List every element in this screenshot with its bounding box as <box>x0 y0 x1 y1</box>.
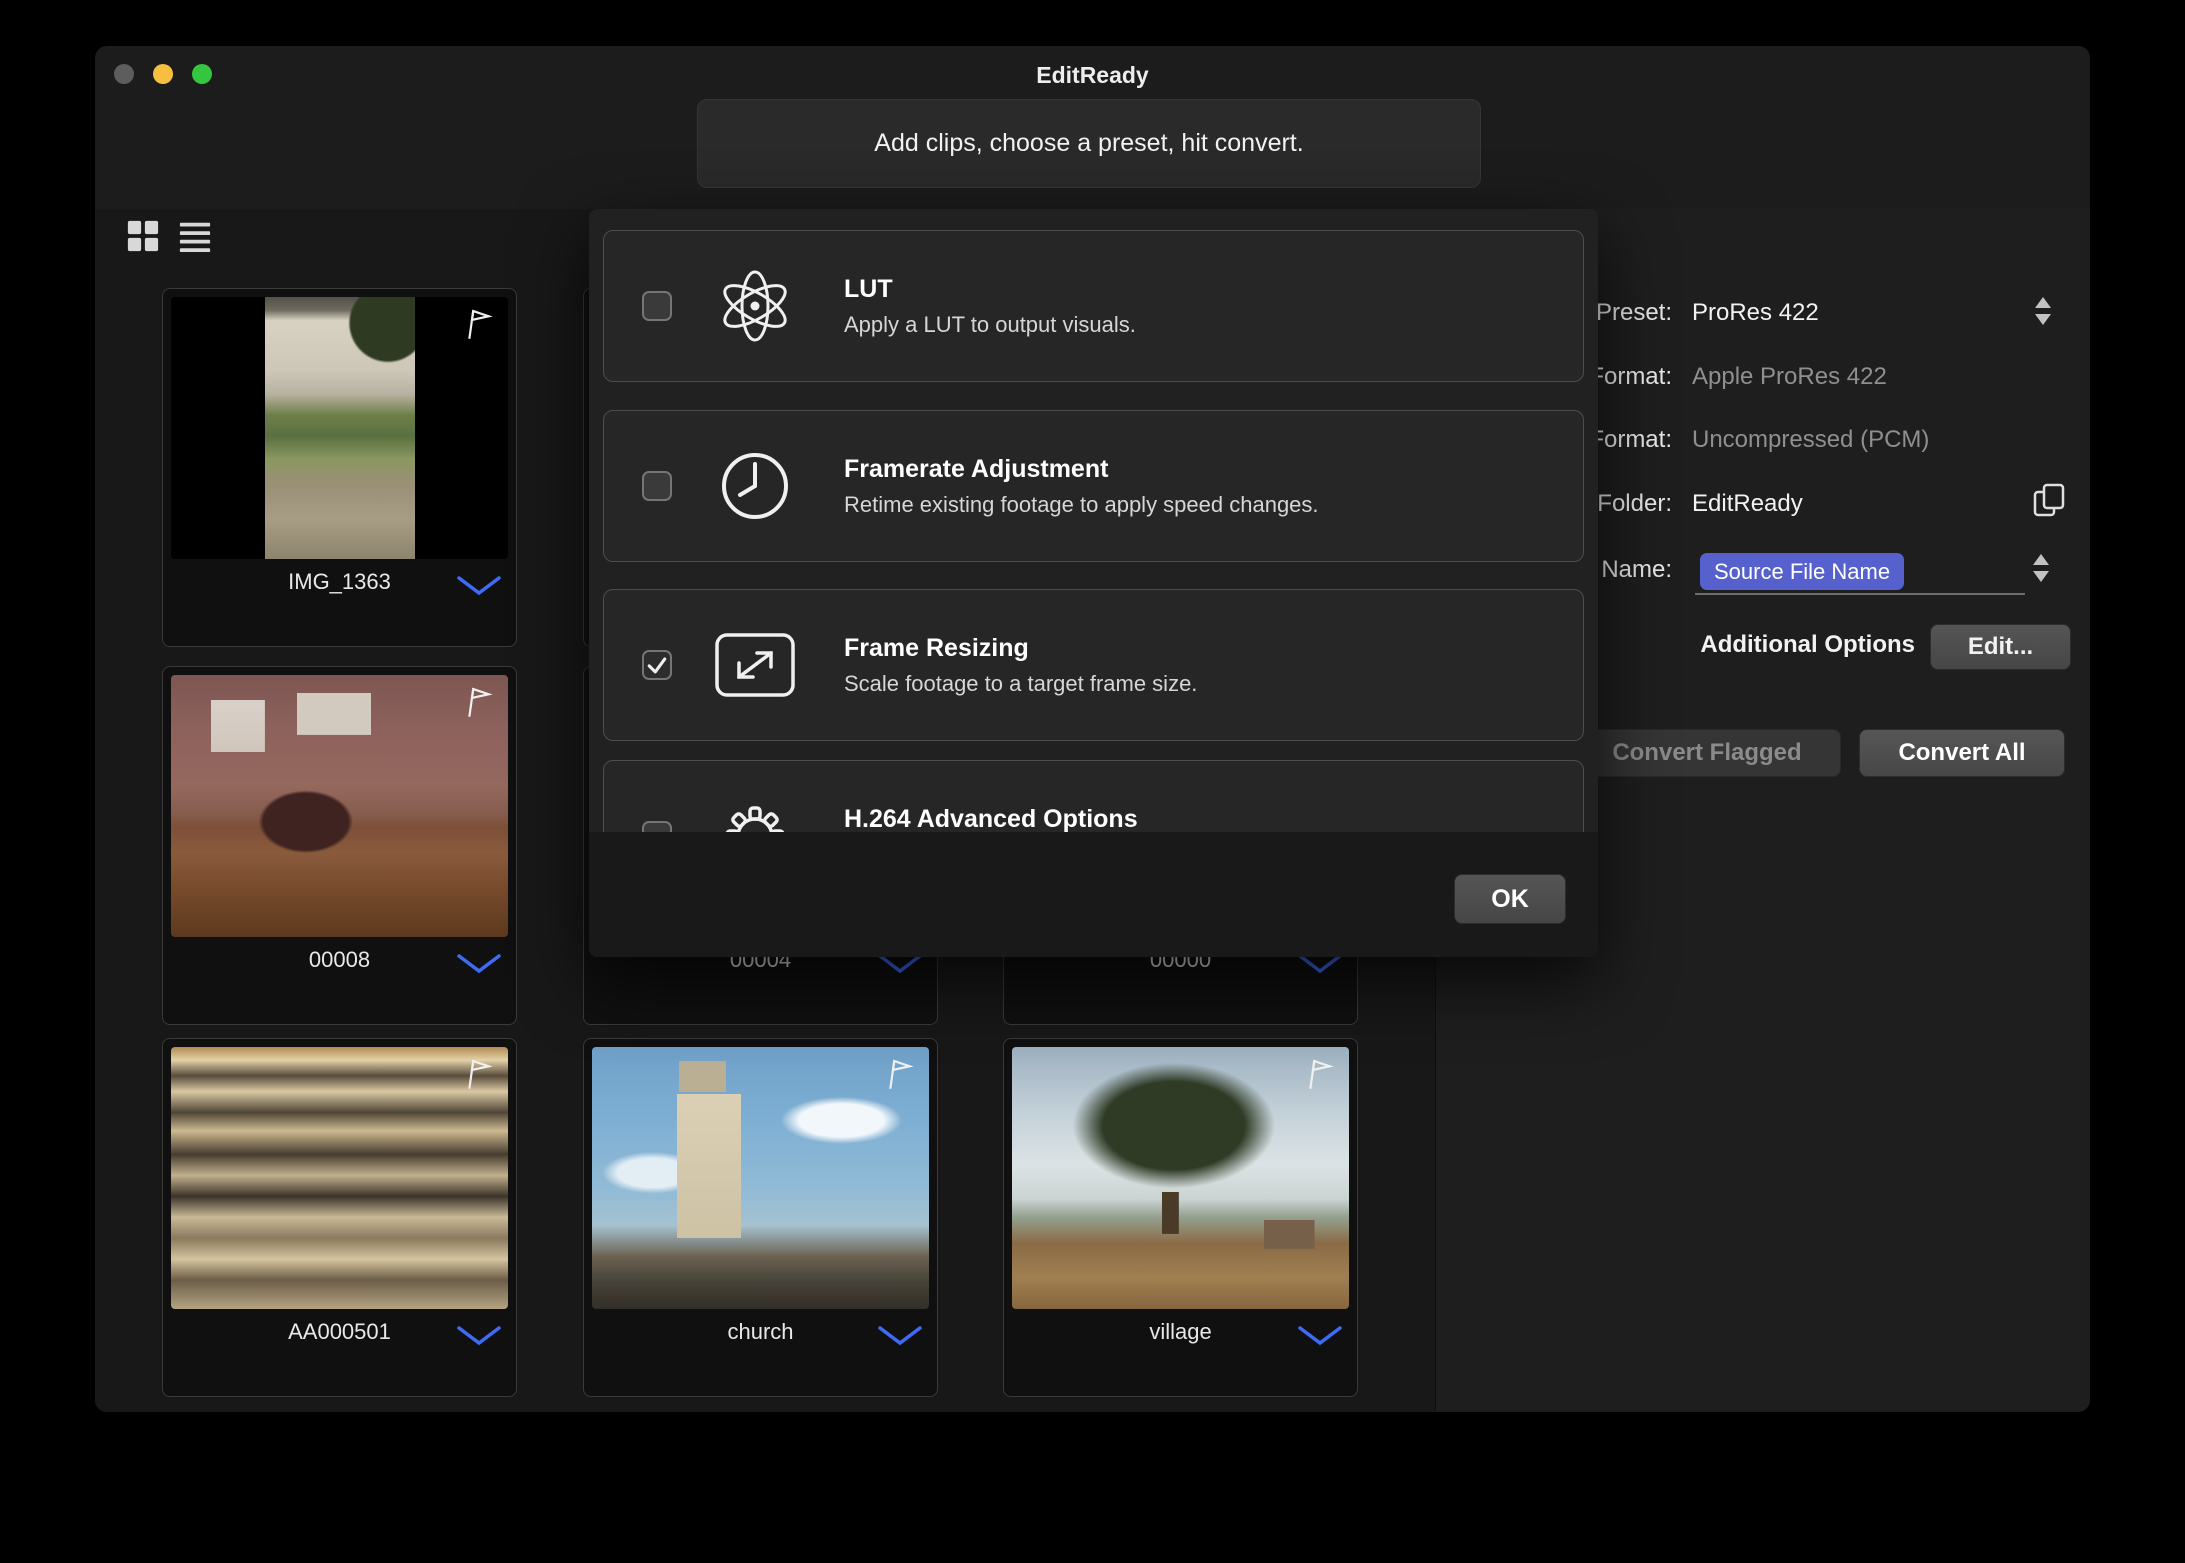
clip-thumbnail <box>171 675 508 937</box>
preset-stepper[interactable] <box>2033 294 2053 328</box>
frame-resize-icon <box>712 631 798 699</box>
clip-thumbnail-image <box>171 1047 508 1309</box>
grid-view-button[interactable] <box>123 216 163 256</box>
chevron-down-icon[interactable] <box>1297 953 1343 980</box>
option-description: Apply a LUT to output visuals. <box>844 312 1136 338</box>
modal-footer: OK <box>589 832 1598 957</box>
chevron-down-icon[interactable] <box>456 1325 502 1352</box>
video-format-value: Apple ProRes 422 <box>1692 363 1887 391</box>
flag-icon[interactable] <box>1302 1055 1337 1100</box>
clip-thumbnail-image <box>1012 1047 1349 1309</box>
clip-thumbnail-image <box>171 675 508 937</box>
chevron-down-icon[interactable] <box>877 1325 923 1352</box>
audio-format-value: Uncompressed (PCM) <box>1692 426 1929 454</box>
clock-icon <box>712 446 798 526</box>
edit-button[interactable]: Edit... <box>1930 624 2071 670</box>
preset-value[interactable]: ProRes 422 <box>1692 299 1819 327</box>
clip-card[interactable]: IMG_1363 <box>162 288 517 647</box>
option-description: Retime existing footage to apply speed c… <box>844 492 1319 518</box>
flag-icon[interactable] <box>882 1055 917 1100</box>
folder-reveal-icon[interactable] <box>2031 481 2067 526</box>
flag-icon[interactable] <box>461 1055 496 1100</box>
chevron-down-icon[interactable] <box>1297 1325 1343 1352</box>
lut-atom-icon <box>712 266 798 346</box>
list-view-icon <box>178 219 212 253</box>
option-description: Scale footage to a target frame size. <box>844 671 1197 697</box>
window-title: EditReady <box>95 62 2090 89</box>
convert-flagged-button[interactable]: Convert Flagged <box>1573 729 1841 777</box>
clip-thumbnail <box>592 1047 929 1309</box>
clip-thumbnail-image <box>592 1047 929 1309</box>
option-row-lut[interactable]: LUT Apply a LUT to output visuals. <box>603 230 1584 382</box>
advanced-options-modal: LUT Apply a LUT to output visuals. Frame… <box>589 209 1598 957</box>
clip-card[interactable]: village <box>1003 1038 1358 1397</box>
clip-thumbnail-image <box>265 297 415 559</box>
hint-text: Add clips, choose a preset, hit convert. <box>874 129 1303 158</box>
chevron-down-icon[interactable] <box>456 575 502 602</box>
framerate-checkbox[interactable] <box>642 471 672 501</box>
frame-resizing-checkbox[interactable] <box>642 650 672 680</box>
ok-button[interactable]: OK <box>1454 874 1566 924</box>
flag-icon[interactable] <box>461 305 496 350</box>
list-view-button[interactable] <box>175 216 215 256</box>
option-title: LUT <box>844 275 1136 304</box>
folder-value[interactable]: EditReady <box>1692 490 1803 518</box>
clip-card[interactable]: 00008 <box>162 666 517 1025</box>
name-field-underline <box>1695 593 2025 595</box>
clip-thumbnail <box>171 1047 508 1309</box>
convert-all-button[interactable]: Convert All <box>1859 729 2065 777</box>
option-row-framerate[interactable]: Framerate Adjustment Retime existing foo… <box>603 410 1584 562</box>
option-row-frame-resizing[interactable]: Frame Resizing Scale footage to a target… <box>603 589 1584 741</box>
lut-checkbox[interactable] <box>642 291 672 321</box>
option-title: Framerate Adjustment <box>844 455 1319 484</box>
clip-thumbnail <box>1012 1047 1349 1309</box>
clip-card[interactable]: church <box>583 1038 938 1397</box>
name-stepper[interactable] <box>2031 551 2051 585</box>
option-title: Frame Resizing <box>844 634 1197 663</box>
chevron-down-icon[interactable] <box>877 953 923 980</box>
additional-options-label: Additional Options <box>1635 631 1915 659</box>
clip-card[interactable]: AA000501 <box>162 1038 517 1397</box>
name-token[interactable]: Source File Name <box>1700 553 1904 590</box>
flag-icon[interactable] <box>461 683 496 728</box>
clip-thumbnail <box>171 297 508 559</box>
option-title: H.264 Advanced Options <box>844 805 1138 834</box>
editready-window: EditReady Add clips, choose a preset, hi… <box>95 46 2090 1412</box>
hint-bar: Add clips, choose a preset, hit convert. <box>697 99 1481 188</box>
grid-view-icon <box>126 219 160 253</box>
chevron-down-icon[interactable] <box>456 953 502 980</box>
